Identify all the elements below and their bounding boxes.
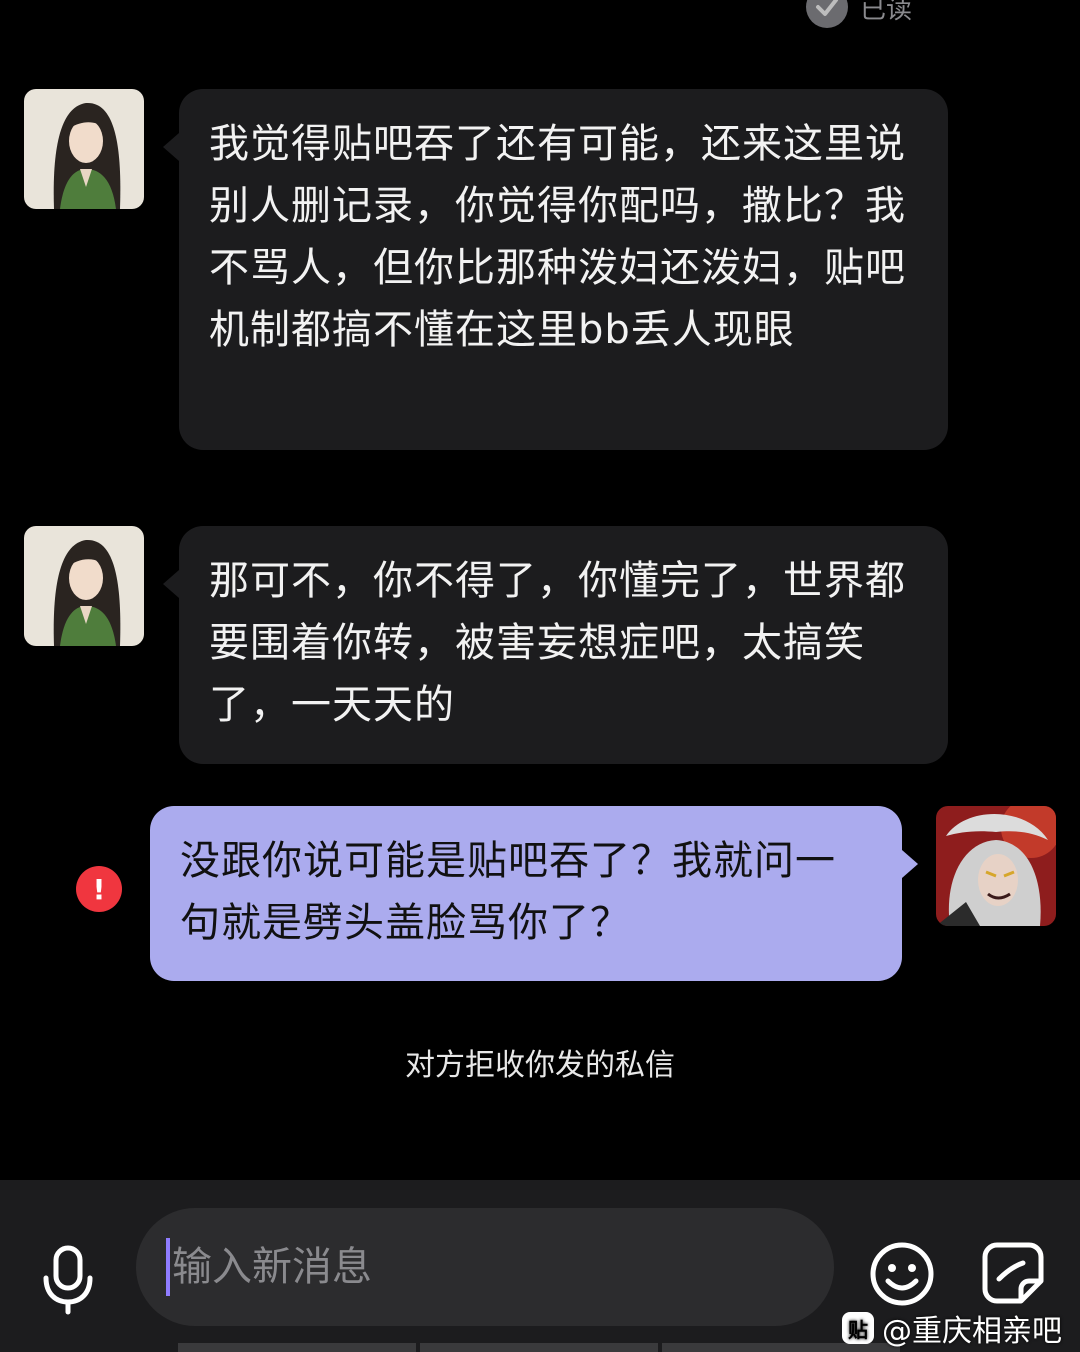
read-status-label: 已读 <box>860 0 913 25</box>
message-input[interactable] <box>136 1208 834 1326</box>
message-input-field[interactable] <box>172 1244 772 1290</box>
message-bubble-outgoing[interactable]: 没跟你说可能是贴吧吞了？我就问一句就是劈头盖脸骂你了？ <box>150 806 918 981</box>
watermark: 贴 @重庆相亲吧 <box>842 1306 1062 1350</box>
message-text: 我觉得贴吧吞了还有可能，还来这里说别人删记录，你觉得你配吗，撒比？我不骂人，但你… <box>209 121 906 353</box>
sticker-icon[interactable] <box>980 1240 1046 1306</box>
message-text: 没跟你说可能是贴吧吞了？我就问一句就是劈头盖脸骂你了？ <box>180 838 836 946</box>
watermark-text: @重庆相亲吧 <box>882 1314 1062 1349</box>
text-caret <box>166 1238 170 1296</box>
emoji-icon[interactable] <box>868 1240 936 1308</box>
message-bubble-incoming[interactable]: 我觉得贴吧吞了还有可能，还来这里说别人删记录，你觉得你配吗，撒比？我不骂人，但你… <box>163 89 948 450</box>
message-bubble-incoming[interactable]: 那可不，你不得了，你懂完了，世界都要围着你转，被害妄想症吧，太搞笑了，一天天的 <box>163 526 948 764</box>
system-notice: 对方拒收你发的私信 <box>405 1048 675 1083</box>
contact-avatar[interactable] <box>24 89 144 209</box>
my-avatar[interactable] <box>936 806 1056 926</box>
bottom-tab-strip <box>178 1343 900 1352</box>
microphone-icon[interactable] <box>36 1240 100 1320</box>
tab-indicator <box>420 1343 658 1352</box>
send-failed-error-icon[interactable]: ! <box>76 866 122 912</box>
check-icon <box>806 0 848 28</box>
read-receipt: 已读 <box>806 0 912 28</box>
tieba-logo-icon: 贴 <box>842 1312 874 1344</box>
message-text: 那可不，你不得了，你懂完了，世界都要围着你转，被害妄想症吧，太搞笑了，一天天的 <box>209 558 906 728</box>
contact-avatar[interactable] <box>24 526 144 646</box>
tab-indicator <box>178 1343 416 1352</box>
